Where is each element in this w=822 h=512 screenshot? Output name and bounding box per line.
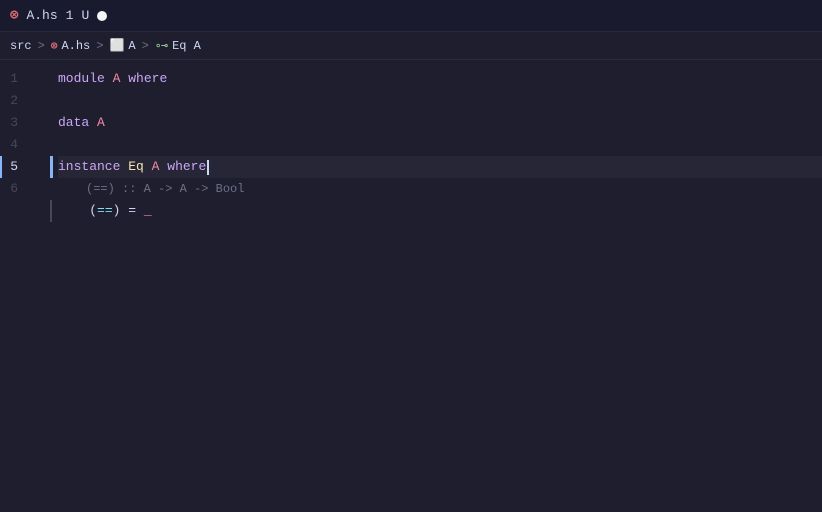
type-hint-line: (==) :: A -> A -> Bool: [58, 178, 822, 200]
token-space-6: [159, 156, 167, 178]
token-eq-assign: =: [120, 200, 143, 222]
breadcrumb-hs-icon: ⊗: [51, 39, 58, 53]
breadcrumb-module[interactable]: A: [128, 39, 135, 53]
editor: 1 2 3 4 5 6 module A where data A instan…: [0, 60, 822, 512]
text-cursor: [207, 160, 209, 175]
line-numbers: 1 2 3 4 5 6: [0, 60, 50, 512]
active-line-indicator: [50, 156, 53, 178]
token-space-3: [89, 112, 97, 134]
token-A-2: A: [97, 112, 105, 134]
code-line-6: ( == ) = _: [58, 200, 822, 222]
breadcrumb-eq-icon: ∘⊸: [155, 39, 168, 53]
token-indent: [58, 200, 89, 222]
token-where-2: where: [167, 156, 206, 178]
breadcrumb-src[interactable]: src: [10, 39, 32, 53]
line-num-1: 1: [0, 68, 34, 90]
breadcrumb-sep-2: >: [96, 39, 103, 53]
line-6-gutter-indicator: [50, 200, 52, 222]
title-bar: ⊗ A.hs 1 U: [0, 0, 822, 32]
code-line-5: instance Eq A where: [58, 156, 822, 178]
token-A-3: A: [152, 156, 160, 178]
line-num-3: 3: [0, 112, 34, 134]
line-num-5: 5: [0, 156, 34, 178]
token-rparen: ): [113, 200, 121, 222]
breadcrumb-file[interactable]: A.hs: [61, 39, 90, 53]
token-eq-op: ==: [97, 200, 113, 222]
token-module: module: [58, 68, 105, 90]
breadcrumb-module-file-icon: ⬜: [109, 38, 124, 53]
token-lparen: (: [89, 200, 97, 222]
code-editor[interactable]: module A where data A instance Eq A wher…: [50, 60, 822, 512]
line-num-6: 6: [0, 178, 34, 200]
code-line-3: data A: [58, 112, 822, 134]
token-space-5: [144, 156, 152, 178]
tab-filename[interactable]: A.hs: [26, 8, 57, 23]
token-where-1: where: [128, 68, 167, 90]
unsaved-dot-icon: [97, 11, 107, 21]
line-num-4: 4: [0, 134, 34, 156]
breadcrumb-sep-3: >: [142, 39, 149, 53]
token-hole: _: [144, 200, 152, 222]
type-hint-text: (==) :: A -> A -> Bool: [86, 178, 244, 200]
code-line-4: [58, 134, 822, 156]
breadcrumb-sep-1: >: [38, 39, 45, 53]
token-space-4: [120, 156, 128, 178]
code-line-1: module A where: [58, 68, 822, 90]
token-data: data: [58, 112, 89, 134]
haskell-icon: ⊗: [10, 7, 18, 24]
token-space: [105, 68, 113, 90]
breadcrumb-bar: src > ⊗ A.hs > ⬜ A > ∘⊸ Eq A: [0, 32, 822, 60]
code-line-2: [58, 90, 822, 112]
tab-number: 1: [66, 8, 74, 23]
token-eq: Eq: [128, 156, 144, 178]
token-A-1: A: [113, 68, 121, 90]
tab-modified-label: U: [81, 8, 89, 23]
token-space-2: [120, 68, 128, 90]
line-num-2: 2: [0, 90, 34, 112]
token-instance: instance: [58, 156, 120, 178]
breadcrumb-eq-class[interactable]: Eq A: [172, 39, 201, 53]
